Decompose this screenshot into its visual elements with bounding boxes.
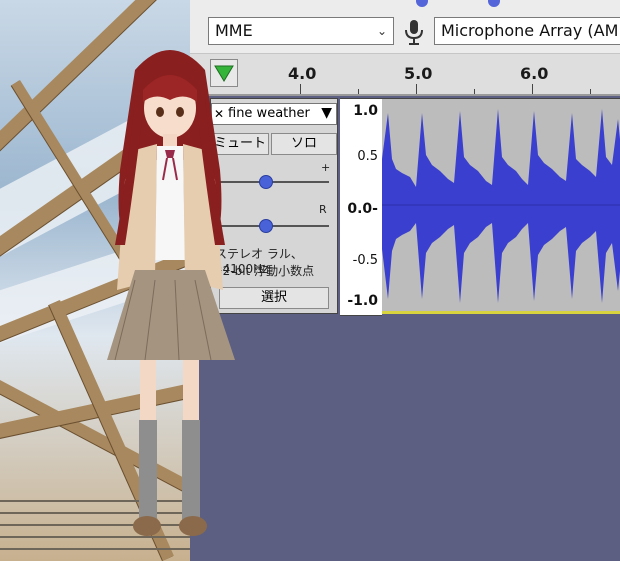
ruler-tick-label: 6.0	[520, 64, 549, 83]
pan-slider-thumb[interactable]	[259, 219, 273, 233]
meter-slider-thumb[interactable]	[416, 0, 428, 7]
scale-label: -0.5	[352, 253, 378, 268]
gain-slider-thumb[interactable]	[259, 175, 273, 189]
empty-track-area[interactable]	[190, 317, 620, 561]
scale-label: -1.0	[347, 293, 378, 309]
amplitude-scale: 1.0 0.5 0.0- -0.5 -1.0	[340, 98, 382, 316]
timeline-ruler[interactable]: 4.0 5.0 6.0	[190, 54, 620, 96]
audio-editor-window: MME ⌄ Microphone Array (AM 4.0 5.0 6.0 ✕…	[190, 0, 620, 561]
dropdown-triangle-icon: ▼	[321, 105, 332, 121]
ruler-tick-label: 5.0	[404, 64, 433, 83]
solo-button[interactable]: ソロ	[271, 133, 337, 155]
waveform	[382, 109, 620, 303]
waveform-display[interactable]	[382, 98, 620, 314]
avatar-character	[107, 50, 235, 536]
scale-label: 1.0	[353, 103, 378, 119]
scale-label: 0.0-	[347, 201, 378, 217]
gain-plus-label: +	[321, 161, 331, 174]
microphone-icon	[405, 20, 423, 45]
meter-slider-thumb[interactable]	[488, 0, 500, 7]
scale-label: 0.5	[357, 149, 378, 164]
device-toolbar: MME ⌄ Microphone Array (AM	[190, 0, 620, 54]
recording-device-value: Microphone Array (AM	[441, 21, 619, 40]
recording-device-select[interactable]: Microphone Array (AM	[434, 17, 620, 45]
chevron-down-icon: ⌄	[376, 24, 387, 38]
ruler-tick-label: 4.0	[288, 64, 317, 83]
pan-right-label: R	[319, 203, 327, 216]
